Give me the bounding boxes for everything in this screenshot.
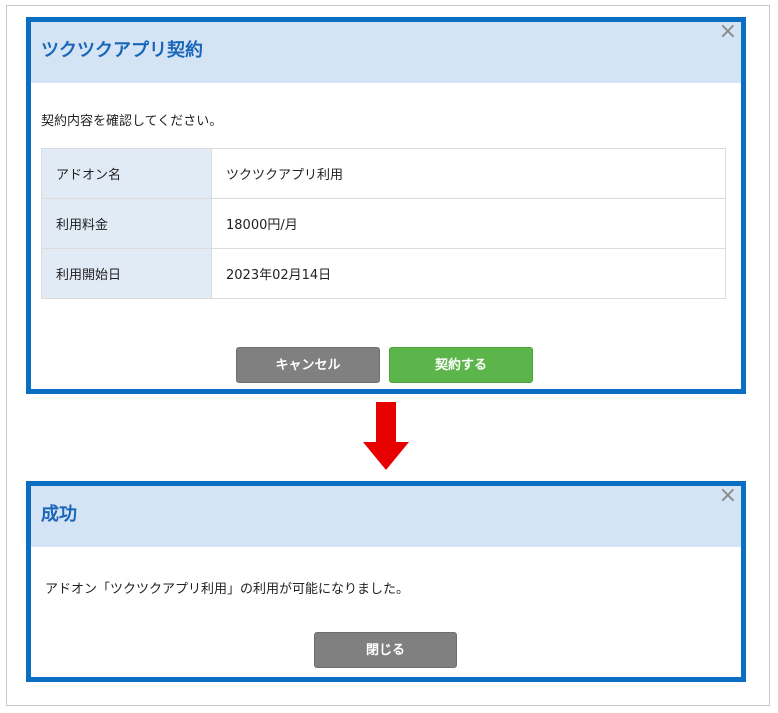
success-dialog: 成功 × アドオン「ツクツクアプリ利用」の利用が可能になりました。 閉じる [26,481,746,682]
success-message: アドオン「ツクツクアプリ利用」の利用が可能になりました。 [45,582,410,597]
confirm-contract-button[interactable]: 契約する [389,347,533,383]
down-arrow-icon [363,402,409,470]
addon-name-value: ツクツクアプリ利用 [211,148,726,199]
table-row: アドオン名 ツクツクアプリ利用 [41,148,726,199]
dialog-header: 成功 × [31,485,741,547]
close-icon[interactable]: × [719,21,737,43]
contract-dialog: ツクツクアプリ契約 × 契約内容を確認してください。 アドオン名 ツクツクアプリ… [26,17,746,394]
close-button[interactable]: 閉じる [314,632,457,668]
start-date-value: 2023年02月14日 [211,248,726,299]
dialog-title: ツクツクアプリ契約 [41,40,203,61]
addon-name-label: アドオン名 [41,148,212,199]
fee-value: 18000円/月 [211,198,726,249]
table-row: 利用料金 18000円/月 [41,198,726,249]
confirm-message: 契約内容を確認してください。 [41,114,223,129]
dialog-header: ツクツクアプリ契約 × [31,21,741,83]
dialog-title: 成功 [41,504,77,525]
cancel-button[interactable]: キャンセル [236,347,380,383]
fee-label: 利用料金 [41,198,212,249]
close-icon[interactable]: × [719,485,737,507]
start-date-label: 利用開始日 [41,248,212,299]
table-row: 利用開始日 2023年02月14日 [41,248,726,299]
contract-details-table: アドオン名 ツクツクアプリ利用 利用料金 18000円/月 利用開始日 2023… [41,148,726,299]
